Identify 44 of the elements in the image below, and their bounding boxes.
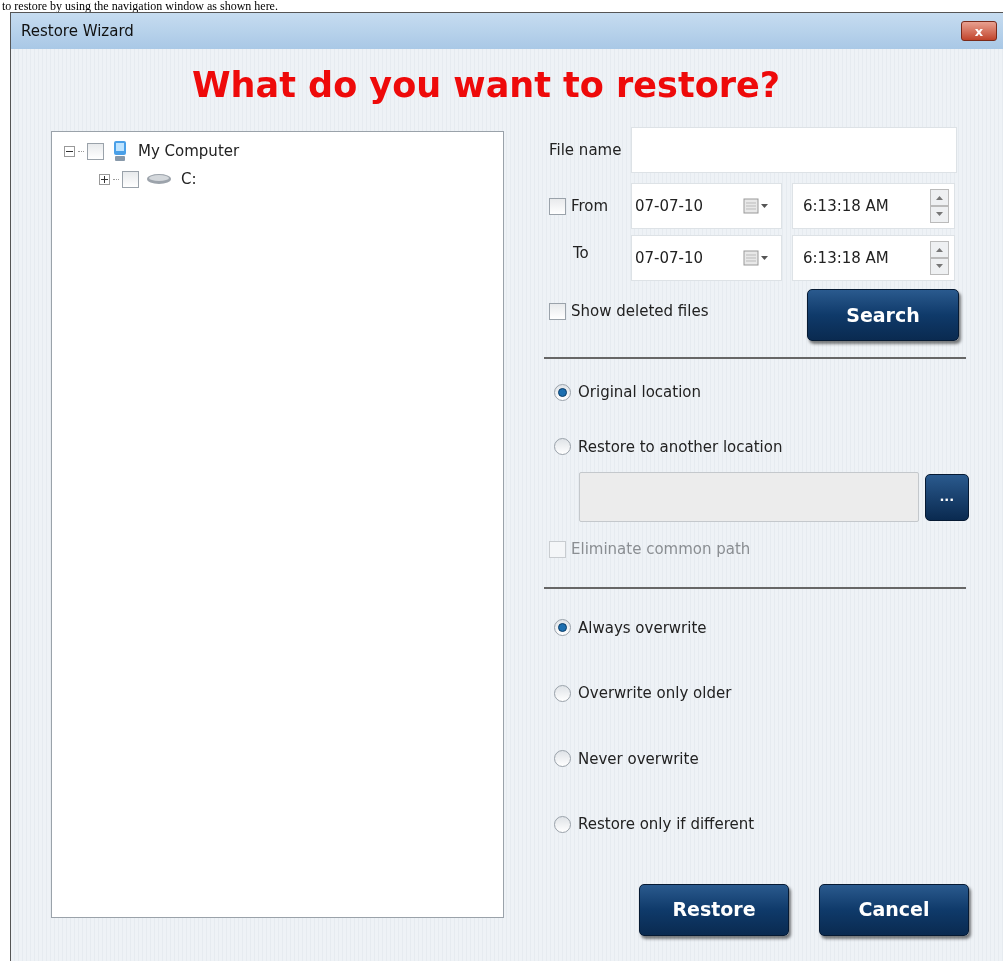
wizard-heading: What do you want to restore? [192, 64, 780, 107]
show-deleted-label: Show deleted files [571, 300, 709, 322]
tree-checkbox[interactable] [122, 170, 139, 188]
to-label: To [573, 244, 589, 262]
radio-button[interactable] [554, 438, 571, 456]
file-tree[interactable]: My Computer C: [51, 131, 504, 918]
radio-label: Restore only if different [578, 814, 755, 835]
radio-button[interactable] [554, 383, 571, 401]
eliminate-path-label: Eliminate common path [571, 539, 751, 560]
browse-button[interactable]: ... [924, 473, 969, 521]
calendar-dropdown-icon[interactable] [743, 198, 769, 214]
search-button[interactable]: Search [807, 289, 959, 341]
time-field[interactable]: 6:13:18 AM [792, 235, 955, 281]
radio-button[interactable] [554, 815, 571, 833]
calendar-dropdown-icon[interactable] [743, 250, 769, 266]
time-field[interactable]: 6:13:18 AM [792, 183, 955, 229]
date-field[interactable]: 07-07-10 [631, 235, 782, 281]
radio-label: Restore to another location [578, 436, 783, 458]
spinner-icon[interactable] [930, 241, 949, 275]
radio-label: Overwrite only older [578, 683, 732, 704]
computer-icon [111, 140, 129, 162]
tree-checkbox[interactable] [87, 142, 104, 160]
tree-item[interactable]: My Computer [138, 139, 240, 163]
show-deleted-checkbox[interactable] [549, 302, 566, 320]
radio-label: Never overwrite [578, 748, 699, 770]
cancel-button[interactable]: Cancel [819, 883, 969, 936]
radio-button[interactable] [554, 684, 571, 702]
spinner-icon[interactable] [930, 189, 949, 223]
tree-item[interactable]: C: [181, 167, 197, 191]
radio-button[interactable] [554, 750, 571, 768]
radio-label: Original location [578, 382, 701, 403]
window-title: Restore Wizard [21, 20, 134, 42]
restore-button[interactable]: Restore [639, 883, 789, 936]
collapse-icon[interactable] [64, 145, 75, 157]
close-button[interactable]: x [961, 21, 997, 41]
drive-icon [146, 172, 172, 186]
expand-icon[interactable] [99, 173, 110, 185]
date-field[interactable]: 07-07-10 [631, 183, 782, 229]
from-checkbox[interactable] [549, 197, 566, 215]
radio-label: Always overwrite [578, 617, 707, 639]
from-label: From [571, 195, 609, 217]
file-name-label: File name [549, 139, 623, 161]
radio-button[interactable] [554, 619, 571, 637]
file-name-field[interactable] [631, 127, 957, 173]
